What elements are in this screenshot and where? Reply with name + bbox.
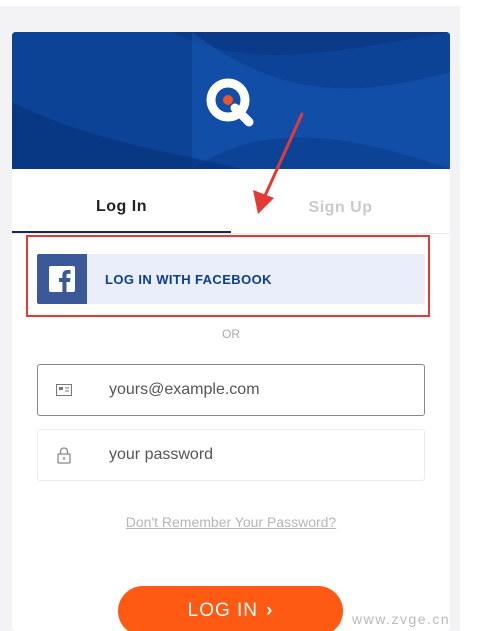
watermark: www.zvge.cn (352, 611, 451, 627)
chevron-right-icon: › (266, 600, 274, 621)
facebook-icon (37, 254, 87, 304)
email-field[interactable] (37, 364, 425, 416)
password-input[interactable] (107, 445, 411, 465)
lock-icon (38, 446, 90, 464)
log-in-button-label: LOG IN (187, 600, 259, 621)
forgot-password-link[interactable]: Don't Remember Your Password? (12, 514, 450, 530)
password-field[interactable] (37, 429, 425, 481)
tab-log-in[interactable]: Log In (12, 183, 231, 233)
facebook-login-button[interactable]: LOG IN WITH FACEBOOK (37, 254, 425, 304)
hero-banner (12, 32, 450, 169)
facebook-button-label: LOG IN WITH FACEBOOK (105, 271, 272, 287)
log-in-button[interactable]: LOG IN › (118, 586, 343, 631)
annotation-arrow-icon (253, 112, 304, 214)
envelope-icon (38, 384, 90, 396)
auth-tabs: Log In Sign Up (12, 183, 450, 234)
email-input[interactable] (107, 380, 411, 400)
login-card: Log In Sign Up LOG IN WITH FACEBOOK OR y… (12, 32, 450, 631)
or-divider: OR (222, 327, 240, 341)
